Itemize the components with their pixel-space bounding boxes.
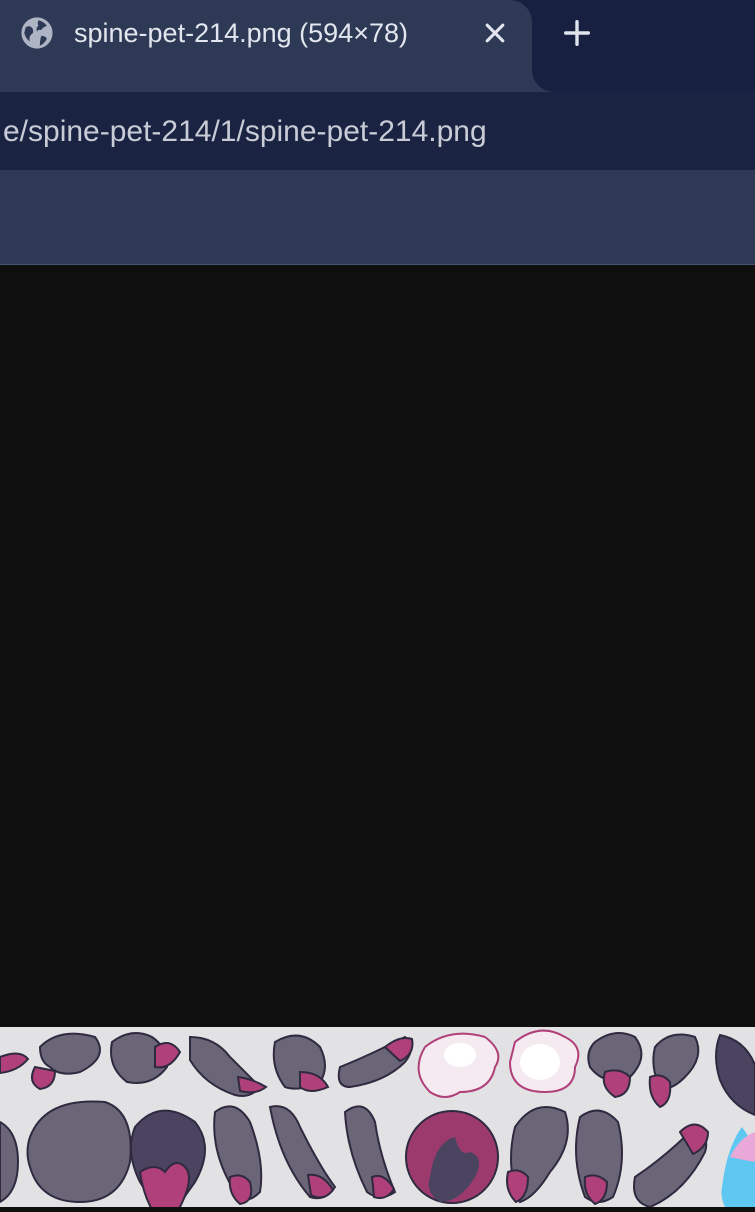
active-tab[interactable]: spine-pet-214.png (594×78) (0, 0, 532, 92)
tab-strip: spine-pet-214.png (594×78) (0, 0, 755, 92)
tab-title: spine-pet-214.png (594×78) (74, 18, 408, 48)
tab-edge (532, 60, 556, 92)
address-bar[interactable]: e/spine-pet-214/1/spine-pet-214.png (0, 92, 755, 170)
sprite-sheet-image (0, 1027, 755, 1207)
toolbar: e/spine-pet-214/1/spine-pet-214.png (0, 92, 755, 265)
globe-icon (21, 17, 53, 49)
close-icon[interactable] (478, 16, 512, 50)
url-text[interactable]: e/spine-pet-214/1/spine-pet-214.png (3, 112, 487, 152)
plus-icon[interactable] (560, 16, 594, 50)
sprite-sheet-parts (0, 1029, 755, 1207)
image-viewport (0, 265, 755, 1212)
